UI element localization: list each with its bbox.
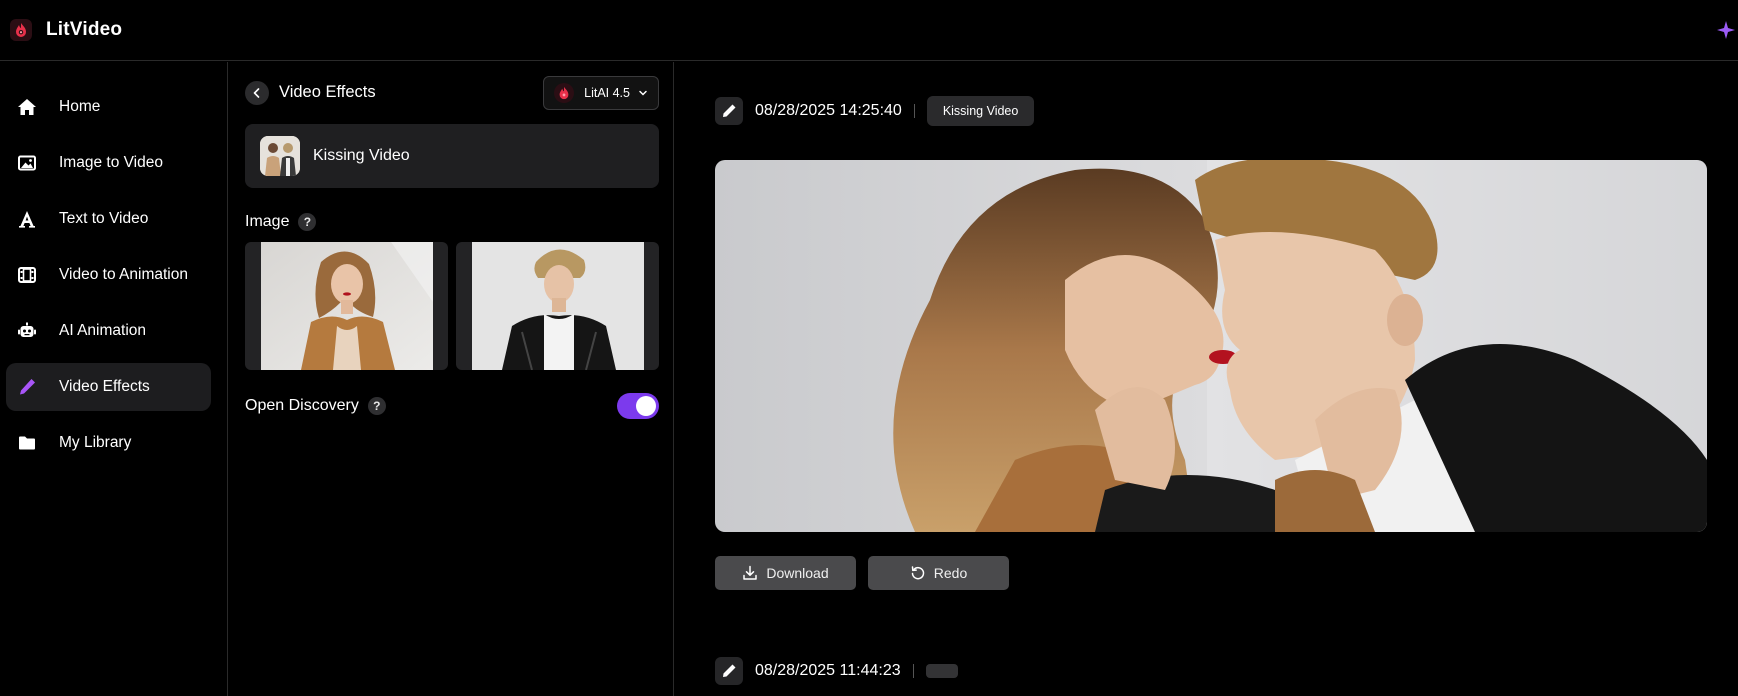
- image-label: Image: [245, 213, 290, 230]
- sidebar-item-label: Video to Animation: [59, 266, 188, 283]
- chevron-down-icon: [639, 90, 647, 96]
- video-frame-image: [715, 160, 1707, 532]
- effect-tag: Kissing Video: [926, 96, 1035, 126]
- effect-name: Kissing Video: [313, 147, 410, 164]
- robot-icon: [16, 320, 38, 342]
- litai-logo-icon: [554, 82, 575, 103]
- redo-label: Redo: [933, 565, 968, 581]
- sidebar-item-my-library[interactable]: My Library: [6, 419, 211, 467]
- result-header: 08/28/2025 11:44:23: [715, 656, 958, 686]
- effect-thumbnail: [260, 136, 300, 176]
- open-discovery-toggle[interactable]: [617, 393, 659, 419]
- model-select[interactable]: LitAI 4.5: [543, 75, 659, 110]
- image-icon: [16, 152, 38, 174]
- effects-panel: Video Effects LitAI 4.5 Kissing Video Im…: [229, 62, 674, 696]
- download-button[interactable]: Download: [715, 556, 856, 590]
- redo-icon: [911, 566, 924, 580]
- help-icon[interactable]: ?: [367, 397, 386, 415]
- help-icon[interactable]: ?: [298, 213, 317, 231]
- download-icon: [743, 565, 758, 580]
- folder-icon: [16, 432, 38, 454]
- image-section-label: Image ?: [245, 213, 317, 231]
- result-timestamp: 08/28/2025 14:25:40: [755, 102, 902, 119]
- pencil-icon: [723, 104, 736, 117]
- result-header: 08/28/2025 14:25:40 Kissing Video: [715, 96, 1035, 126]
- selected-effect-card[interactable]: Kissing Video: [245, 124, 659, 188]
- pen-icon: [16, 376, 38, 398]
- sidebar-item-ai-animation[interactable]: AI Animation: [6, 307, 211, 355]
- brand[interactable]: LitVideo: [10, 19, 122, 41]
- woman-portrait-image: [260, 242, 433, 370]
- results-area: 08/28/2025 14:25:40 Kissing Video Downlo…: [675, 62, 1738, 696]
- open-discovery-label: Open Discovery: [245, 397, 359, 414]
- effect-tag: [925, 664, 958, 678]
- download-label: Download: [766, 565, 829, 581]
- home-icon: [16, 96, 38, 118]
- model-label: LitAI 4.5: [584, 85, 630, 100]
- sidebar-item-label: AI Animation: [59, 322, 147, 339]
- sidebar-item-video-to-animation[interactable]: Video to Animation: [6, 251, 211, 299]
- result-timestamp: 08/28/2025 11:44:23: [755, 662, 901, 679]
- image-slot-2[interactable]: [456, 242, 659, 370]
- sidebar-item-video-effects[interactable]: Video Effects: [6, 363, 211, 411]
- back-button[interactable]: [245, 80, 269, 105]
- pencil-icon: [723, 664, 736, 677]
- sparkle-icon[interactable]: [1714, 19, 1736, 41]
- divider: [913, 104, 915, 118]
- sidebar-item-label: Image to Video: [59, 154, 163, 171]
- sidebar-item-text-to-video[interactable]: Text to Video: [6, 195, 211, 243]
- chevron-left-icon: [253, 87, 260, 98]
- toggle-knob: [636, 396, 656, 416]
- open-discovery-row: Open Discovery ?: [245, 392, 659, 420]
- sidebar: Home Image to Video Text to Video Video …: [0, 62, 228, 696]
- litvideo-logo-icon: [10, 19, 32, 41]
- sidebar-item-image-to-video[interactable]: Image to Video: [6, 139, 211, 187]
- sidebar-item-home[interactable]: Home: [6, 83, 211, 131]
- top-bar: LitVideo: [0, 0, 1738, 61]
- sidebar-item-label: Video Effects: [59, 378, 150, 395]
- text-a-icon: [16, 208, 38, 230]
- result-video[interactable]: [715, 160, 1707, 532]
- man-portrait-image: [471, 242, 644, 370]
- edit-button[interactable]: [715, 97, 743, 125]
- panel-header: Video Effects LitAI 4.5: [245, 75, 659, 110]
- image-slot-1[interactable]: [245, 242, 448, 370]
- sidebar-item-label: Home: [59, 98, 101, 115]
- edit-button[interactable]: [715, 657, 743, 685]
- divider: [912, 664, 914, 678]
- result-actions: Download Redo: [715, 556, 1021, 590]
- panel-title: Video Effects: [279, 83, 376, 101]
- redo-button[interactable]: Redo: [868, 556, 1009, 590]
- sidebar-item-label: Text to Video: [59, 210, 149, 227]
- app-name: LitVideo: [46, 19, 123, 40]
- film-icon: [16, 264, 38, 286]
- sidebar-item-label: My Library: [59, 434, 132, 451]
